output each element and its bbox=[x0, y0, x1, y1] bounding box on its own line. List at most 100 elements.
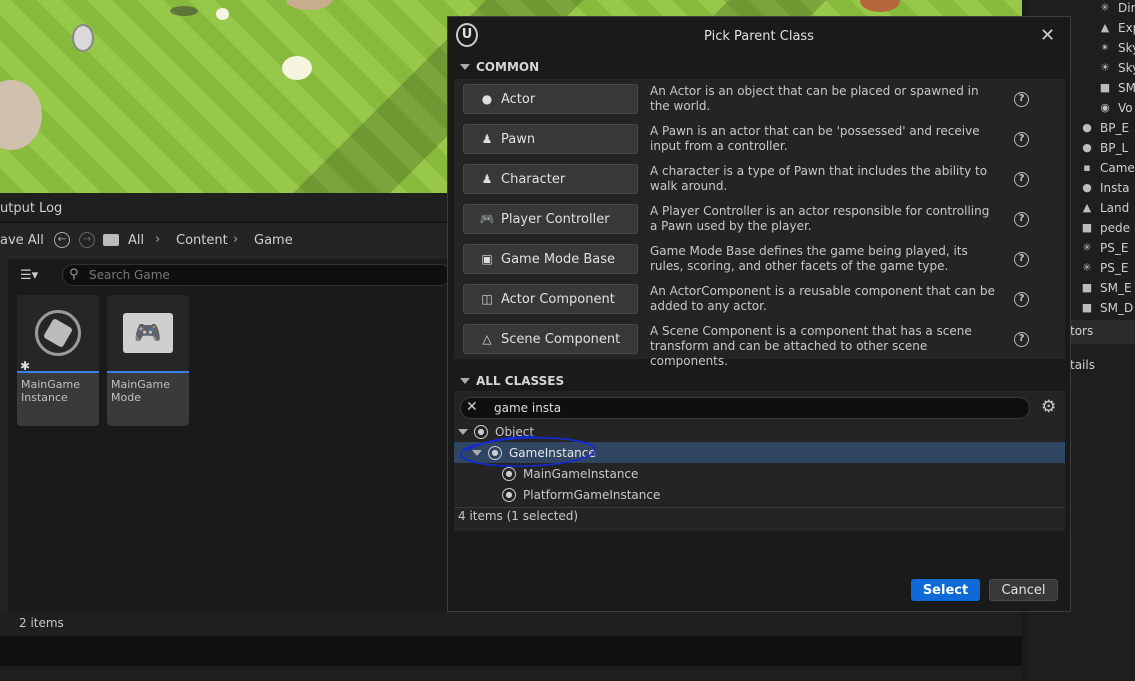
actor-icon: ● bbox=[481, 92, 493, 106]
chevron-right-icon: › bbox=[155, 232, 161, 247]
class-button-label: Game Mode Base bbox=[501, 251, 616, 267]
outliner-item[interactable]: ✴ Sky bbox=[1098, 38, 1135, 58]
outliner-item-label: Exp bbox=[1118, 21, 1135, 35]
class-description: Game Mode Base defines the game being pl… bbox=[650, 244, 968, 273]
actor-type-icon: ● bbox=[1082, 141, 1092, 154]
class-button-label: Scene Component bbox=[501, 331, 621, 347]
output-log-tab[interactable]: utput Log bbox=[0, 201, 62, 216]
outliner-item[interactable]: ● BP_L bbox=[1080, 138, 1128, 158]
content-browser-toolbar: ave All ← → All › Content › Game bbox=[0, 223, 447, 259]
outliner-item[interactable]: ▲ Land bbox=[1080, 198, 1130, 218]
outliner-item[interactable]: ■ pede bbox=[1080, 218, 1130, 238]
class-button-character[interactable]: ♟ Character bbox=[463, 164, 638, 194]
search-placeholder: Search Game bbox=[89, 268, 170, 282]
help-icon[interactable]: ? bbox=[1014, 332, 1029, 347]
all-classes-section-header[interactable]: ALL CLASSES bbox=[454, 370, 1064, 392]
outliner-item-label: PS_E bbox=[1100, 241, 1129, 255]
filter-value: game insta bbox=[494, 401, 562, 415]
shadow-prop bbox=[170, 6, 198, 16]
class-description: A Pawn is an actor that can be 'possesse… bbox=[650, 124, 980, 153]
outliner-item[interactable]: ✳ PS_E bbox=[1080, 258, 1128, 278]
actor-type-icon: ■ bbox=[1081, 281, 1093, 294]
outliner-item[interactable]: ● BP_E bbox=[1080, 118, 1129, 138]
asset-tile-main-game-instance[interactable]: ✱ MainGame Instance bbox=[17, 295, 99, 426]
breadcrumb-game[interactable]: Game bbox=[254, 233, 293, 248]
class-tree-label: PlatformGameInstance bbox=[523, 487, 661, 502]
tab-details[interactable]: tails bbox=[1070, 358, 1095, 372]
breadcrumb-content[interactable]: Content bbox=[176, 233, 228, 248]
asset-view[interactable]: ✱ MainGame Instance 🎮 MainGame Mode bbox=[8, 293, 448, 613]
gamepad-monitor-icon: 🎮 bbox=[123, 313, 173, 353]
help-icon[interactable]: ? bbox=[1014, 172, 1029, 187]
rock-prop bbox=[0, 80, 42, 150]
class-button-game-mode-base[interactable]: ▣ Game Mode Base bbox=[463, 244, 638, 274]
class-description: An ActorComponent is a reusable componen… bbox=[650, 284, 995, 313]
class-filter-input[interactable]: ✕ game insta bbox=[460, 397, 1030, 419]
actor-type-icon: ☀ bbox=[1100, 61, 1110, 74]
class-button-label: Actor Component bbox=[501, 291, 615, 307]
outliner-item[interactable]: ▪ Came bbox=[1080, 158, 1135, 178]
outliner-item[interactable]: ■ SM bbox=[1098, 78, 1135, 98]
outliner-item[interactable]: ✳ Dir bbox=[1098, 0, 1135, 18]
class-description: A Scene Component is a component that ha… bbox=[650, 324, 972, 368]
actor-type-icon: ● bbox=[1082, 181, 1092, 194]
help-icon[interactable]: ? bbox=[1014, 292, 1029, 307]
divider bbox=[454, 507, 1065, 508]
outliner-item-label: SM bbox=[1118, 81, 1135, 95]
content-browser-search-row: ☰▾ ⚲ Search Game bbox=[0, 259, 452, 293]
outliner-item[interactable]: ■ SM_D bbox=[1080, 298, 1133, 318]
rock-prop bbox=[286, 0, 332, 10]
actor-type-icon: ✳ bbox=[1082, 241, 1092, 254]
class-button-actor[interactable]: ● Actor bbox=[463, 84, 638, 114]
outliner-item[interactable]: ▲ Exp bbox=[1098, 18, 1135, 38]
save-all-button[interactable]: ave All bbox=[0, 233, 44, 248]
help-icon[interactable]: ? bbox=[1014, 212, 1029, 227]
pick-parent-class-dialog: U Pick Parent Class ✕ COMMON ● Actor An Ac… bbox=[447, 16, 1071, 612]
actor-type-icon: ✳ bbox=[1100, 1, 1110, 14]
back-arrow-icon[interactable]: ← bbox=[54, 232, 70, 248]
outliner-item-label: Land bbox=[1100, 201, 1130, 215]
outliner-item[interactable]: ■ SM_E bbox=[1080, 278, 1132, 298]
cube-asset-icon bbox=[35, 310, 81, 356]
actor-type-icon: ■ bbox=[1081, 301, 1093, 314]
asset-thumbnail: ✱ bbox=[17, 295, 99, 373]
cancel-button[interactable]: Cancel bbox=[989, 579, 1058, 601]
forward-arrow-icon[interactable]: → bbox=[79, 232, 95, 248]
help-icon[interactable]: ? bbox=[1014, 252, 1029, 267]
outliner-item[interactable]: ● Insta bbox=[1080, 178, 1129, 198]
asset-name: MainGame Instance bbox=[21, 378, 81, 404]
select-button[interactable]: Select bbox=[911, 579, 980, 601]
dialog-title: Pick Parent Class bbox=[704, 29, 814, 44]
tab-actors[interactable]: tors bbox=[1070, 324, 1093, 338]
content-browser-status-bar: 2 items bbox=[0, 612, 1022, 636]
outliner-item[interactable]: ✳ PS_E bbox=[1080, 238, 1128, 258]
asset-tile-main-game-mode[interactable]: 🎮 MainGame Mode bbox=[107, 295, 189, 426]
chevron-down-icon bbox=[460, 64, 470, 70]
actor-type-icon: ▪ bbox=[1083, 161, 1091, 174]
help-icon[interactable]: ? bbox=[1014, 92, 1029, 107]
class-button-player-controller[interactable]: 🎮 Player Controller bbox=[463, 204, 638, 234]
outliner-item-label: SM_E bbox=[1100, 281, 1132, 295]
clear-filter-icon[interactable]: ✕ bbox=[466, 399, 478, 415]
filter-icon[interactable]: ☰▾ bbox=[20, 268, 38, 283]
search-input[interactable]: ⚲ Search Game bbox=[62, 264, 452, 286]
outliner-item[interactable]: ◉ Vo bbox=[1098, 98, 1132, 118]
chevron-down-icon bbox=[460, 378, 470, 384]
outliner-item-label: pede bbox=[1100, 221, 1130, 235]
actor-type-icon: ■ bbox=[1099, 81, 1111, 94]
gear-icon[interactable]: ⚙ bbox=[1041, 397, 1056, 417]
class-button-scene-component[interactable]: △ Scene Component bbox=[463, 324, 638, 354]
breadcrumb-all[interactable]: All bbox=[128, 233, 144, 248]
item-count: 2 items bbox=[19, 616, 64, 630]
common-section-header[interactable]: COMMON bbox=[454, 56, 1064, 78]
class-button-actor-component[interactable]: ◫ Actor Component bbox=[463, 284, 638, 314]
actor-type-icon: ● bbox=[1082, 121, 1092, 134]
folder-icon bbox=[103, 234, 119, 246]
class-tree-item[interactable]: ● PlatformGameInstance bbox=[454, 484, 1065, 505]
class-button-pawn[interactable]: ♟ Pawn bbox=[463, 124, 638, 154]
class-button-label: Player Controller bbox=[501, 211, 610, 227]
outliner-item[interactable]: ☀ Sky bbox=[1098, 58, 1135, 78]
close-icon[interactable]: ✕ bbox=[1040, 25, 1055, 46]
help-icon[interactable]: ? bbox=[1014, 132, 1029, 147]
outliner-item-label: Sky bbox=[1118, 61, 1135, 75]
